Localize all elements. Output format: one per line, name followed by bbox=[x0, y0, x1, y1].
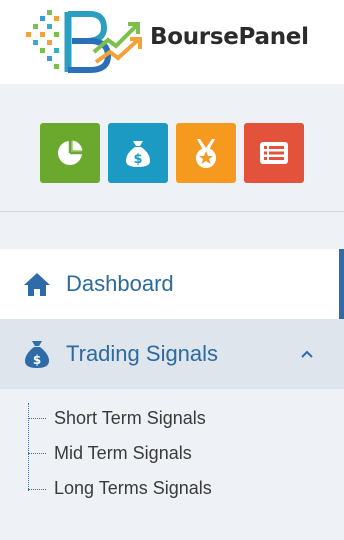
chevron-up-icon[interactable] bbox=[300, 347, 314, 361]
svg-text:$: $ bbox=[33, 353, 41, 367]
money-bag-icon: $ bbox=[126, 141, 150, 167]
medal-icon bbox=[196, 139, 216, 168]
logo-bar: BoursePanel bbox=[0, 0, 344, 84]
money-bag-icon: $ bbox=[25, 341, 49, 368]
shortcut-button-pie-chart[interactable] bbox=[40, 123, 100, 183]
list-icon bbox=[260, 142, 288, 164]
submenu-item-short-term-signals[interactable]: Short Term Signals bbox=[54, 408, 206, 429]
shortcut-button-medal[interactable] bbox=[176, 123, 236, 183]
submenu-item-long-terms-signals[interactable]: Long Terms Signals bbox=[54, 478, 212, 499]
shortcut-button-list[interactable] bbox=[244, 123, 304, 183]
sidebar-item-dashboard[interactable]: Dashboard bbox=[0, 249, 344, 319]
shortcut-button-money-bag[interactable]: $ bbox=[108, 123, 168, 183]
svg-text:$: $ bbox=[133, 152, 142, 167]
submenu-item-mid-term-signals[interactable]: Mid Term Signals bbox=[54, 443, 192, 464]
shortcut-bar: $ bbox=[40, 123, 304, 183]
sidebar-item-label: Trading Signals bbox=[66, 341, 219, 366]
brand-name: BoursePanel bbox=[150, 24, 309, 50]
divider bbox=[0, 211, 344, 212]
submenu-tree-connector bbox=[28, 418, 46, 419]
submenu-tree-line bbox=[28, 403, 29, 491]
submenu-tree-connector bbox=[28, 489, 46, 490]
logo-icon[interactable] bbox=[24, 6, 144, 78]
submenu-tree-connector bbox=[28, 453, 46, 454]
sidebar-item-label: Dashboard bbox=[66, 271, 174, 296]
pie-chart-icon bbox=[58, 139, 84, 165]
sidebar-item-trading-signals[interactable]: $ Trading Signals bbox=[0, 319, 344, 389]
home-icon bbox=[24, 273, 50, 296]
